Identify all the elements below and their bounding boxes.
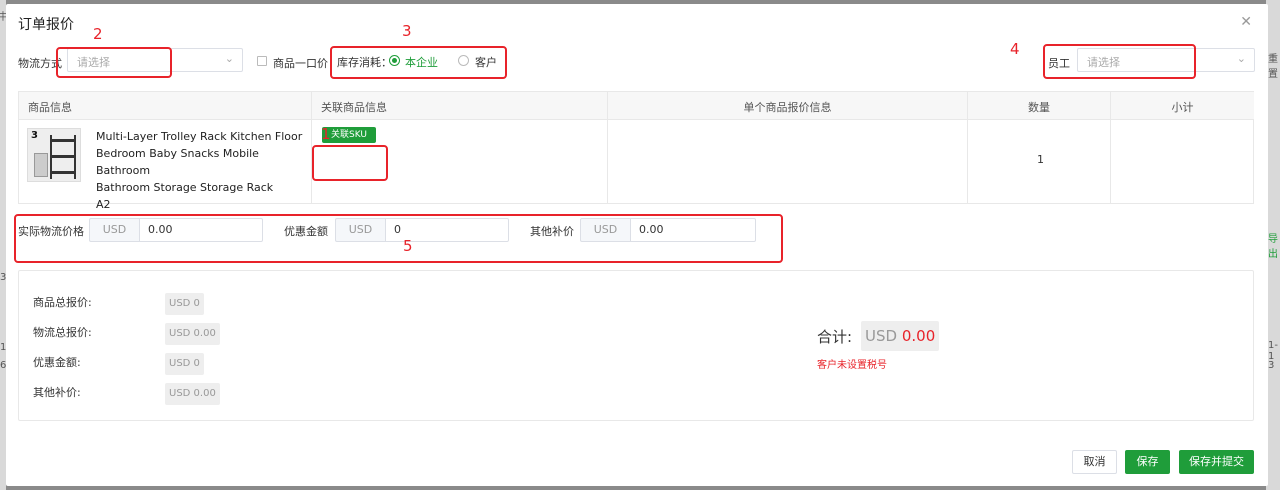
save-button[interactable]: 保存: [1125, 450, 1170, 474]
total-label: 合计:: [817, 328, 853, 346]
summary-value-goods: USD 0: [165, 293, 204, 315]
summary-value-logistics: USD 0.00: [165, 323, 220, 345]
save-and-submit-button[interactable]: 保存并提交: [1179, 450, 1254, 474]
total-currency: USD: [865, 327, 898, 345]
background-text: 导出: [1268, 234, 1278, 260]
annotation-box-3: [330, 46, 507, 79]
product-image: 3: [27, 128, 81, 182]
annotation-box-2: [56, 47, 172, 78]
total-amount: 0.00: [901, 327, 936, 345]
column-header-linked-product: 关联商品信息: [312, 92, 608, 120]
product-table: 商品信息 关联商品信息 单个商品报价信息 数量 小计 3 Multi-Layer…: [18, 91, 1254, 211]
one-price-checkbox[interactable]: [257, 56, 267, 66]
table-row: 3 Multi-Layer Trolley Rack Kitchen Floor…: [19, 120, 312, 211]
background-text: 3: [1268, 360, 1275, 371]
background-text: 重置: [1268, 54, 1278, 80]
column-header-quantity: 数量: [968, 92, 1111, 120]
annotation-box-4: [1043, 44, 1196, 79]
annotation-number-4: 4: [1010, 40, 1020, 58]
annotation-number-3: 3: [402, 22, 412, 40]
chevron-down-icon: ⌄: [1236, 52, 1246, 65]
column-header-unit-quote: 单个商品报价信息: [608, 92, 968, 120]
annotation-number-5: 5: [403, 237, 413, 255]
cancel-button[interactable]: 取消: [1072, 450, 1117, 474]
annotation-box-5: [14, 214, 783, 263]
summary-label-goods: 商品总报价:: [33, 296, 92, 309]
summary-value-discount: USD 0: [165, 353, 204, 375]
product-name: Multi-Layer Trolley Rack Kitchen Floor B…: [96, 130, 303, 211]
annotation-box-1: [312, 145, 388, 181]
column-header-subtotal: 小计: [1111, 92, 1254, 120]
tax-id-warning: 客户未设置税号: [817, 360, 887, 371]
summary-label-other: 其他补价:: [33, 386, 81, 399]
summary-value-other: USD 0.00: [165, 383, 220, 405]
quantity-value: 1: [1037, 153, 1044, 166]
column-header-product-info: 商品信息: [19, 92, 312, 120]
close-icon[interactable]: ✕: [1240, 14, 1252, 30]
chevron-down-icon: ⌄: [224, 52, 234, 65]
summary-label-logistics: 物流总报价:: [33, 326, 92, 339]
dialog-title: 订单报价: [18, 17, 74, 33]
product-image-badge: 3: [31, 130, 38, 141]
total-value: USD 0.00: [861, 321, 940, 351]
annotation-number-1: 1: [321, 125, 331, 143]
one-price-label: 商品一口价: [273, 57, 328, 70]
summary-label-discount: 优惠金额:: [33, 356, 81, 369]
background-text: 1-1: [1268, 340, 1278, 362]
annotation-number-2: 2: [93, 25, 103, 43]
